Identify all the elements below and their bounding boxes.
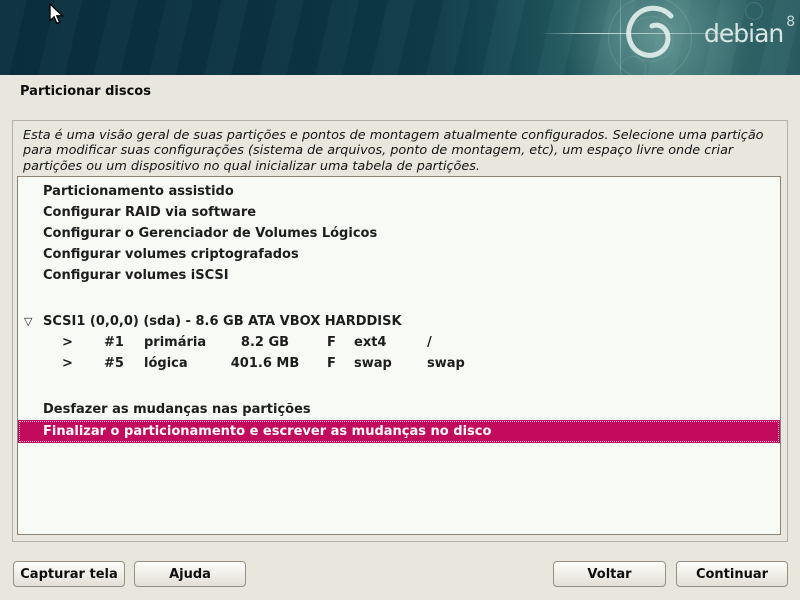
- list-item-encrypted-volumes[interactable]: Configurar volumes criptografados: [18, 244, 780, 265]
- list-item-partition-1[interactable]: > #1 primária 8.2 GB F ext4 /: [18, 332, 780, 353]
- brand-logotype: debian8: [704, 19, 792, 48]
- partition-mountpoint: /: [427, 332, 432, 353]
- partition-marker-icon: >: [62, 332, 73, 353]
- installer-banner: debian8: [0, 0, 800, 75]
- brand-name: debian: [704, 19, 783, 48]
- partition-filesystem: ext4: [354, 332, 386, 353]
- disk-label: SCSI1 (0,0,0) (sda) - 8.6 GB ATA VBOX HA…: [43, 314, 402, 329]
- debian-swirl-logo: [602, 0, 702, 88]
- list-item-finish-partitioning[interactable]: Finalizar o particionamento e escrever a…: [18, 420, 780, 443]
- partition-size: 401.6 MB: [207, 353, 323, 374]
- list-item-lvm[interactable]: Configurar o Gerenciador de Volumes Lógi…: [18, 223, 780, 244]
- expander-triangle-icon[interactable]: ▽: [24, 311, 40, 332]
- partition-number: #5: [104, 353, 124, 374]
- continue-button[interactable]: Continuar: [676, 561, 788, 587]
- partition-overview-frame: Esta é uma visão geral de suas partições…: [12, 120, 788, 542]
- partition-size: 8.2 GB: [207, 332, 323, 353]
- partition-list: Particionamento assistido Configurar RAI…: [17, 176, 781, 535]
- partition-mountpoint: swap: [427, 353, 465, 374]
- partition-filesystem: swap: [354, 353, 392, 374]
- list-item-partition-5[interactable]: > #5 lógica 401.6 MB F swap swap: [18, 353, 780, 374]
- list-item-undo-changes[interactable]: Desfazer as mudanças nas partições: [18, 399, 780, 420]
- page-title: Particionar discos: [20, 84, 151, 99]
- partition-type: lógica: [144, 353, 188, 374]
- list-item-guided-partitioning[interactable]: Particionamento assistido: [18, 181, 780, 202]
- screenshot-button[interactable]: Capturar tela: [13, 561, 125, 587]
- help-button[interactable]: Ajuda: [134, 561, 246, 587]
- partition-type: primária: [144, 332, 206, 353]
- list-item-iscsi-volumes[interactable]: Configurar volumes iSCSI: [18, 265, 780, 286]
- partition-flag: F: [327, 332, 336, 353]
- partition-marker-icon: >: [62, 353, 73, 374]
- decor-ring: [745, 2, 763, 20]
- partition-flag: F: [327, 353, 336, 374]
- page-description: Esta é uma visão geral de suas partições…: [23, 128, 779, 174]
- brand-version: 8: [786, 14, 795, 30]
- mouse-cursor: [49, 3, 67, 27]
- list-item-disk[interactable]: ▽ SCSI1 (0,0,0) (sda) - 8.6 GB ATA VBOX …: [18, 311, 780, 332]
- list-item-software-raid[interactable]: Configurar RAID via software: [18, 202, 780, 223]
- back-button[interactable]: Voltar: [553, 561, 666, 587]
- partition-number: #1: [104, 332, 124, 353]
